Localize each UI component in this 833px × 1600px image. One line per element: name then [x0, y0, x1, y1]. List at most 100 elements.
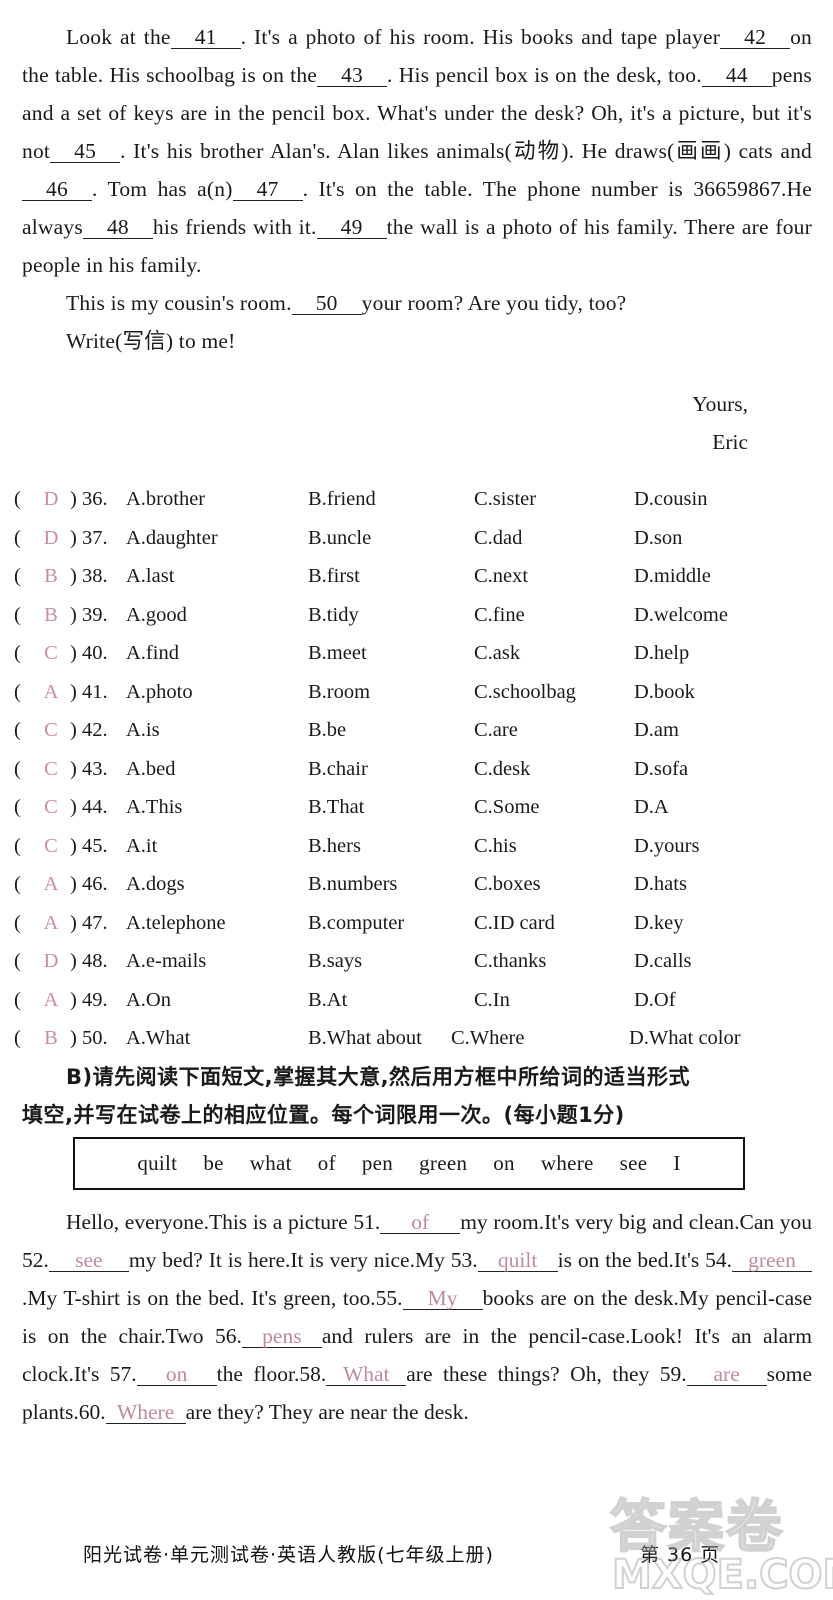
- option-a[interactable]: A.What: [126, 1019, 190, 1058]
- status-badge[interactable]: C: [38, 750, 64, 789]
- option-b[interactable]: B.That: [308, 788, 364, 827]
- option-b[interactable]: B.meet: [308, 634, 367, 673]
- option-d[interactable]: D.What color: [629, 1019, 741, 1058]
- option-d[interactable]: D.son: [634, 519, 682, 558]
- status-badge[interactable]: D: [38, 942, 64, 981]
- option-d[interactable]: D.book: [634, 673, 695, 712]
- table-row[interactable]: ( C ) 40. A.find B.meet C.ask D.help: [14, 634, 819, 673]
- option-b[interactable]: B.numbers: [308, 865, 397, 904]
- word-bank-item[interactable]: see: [620, 1151, 648, 1176]
- fill-blank-59[interactable]: are: [686, 1361, 767, 1386]
- status-badge[interactable]: C: [38, 634, 64, 673]
- option-c[interactable]: C.are: [474, 711, 518, 750]
- option-d[interactable]: D.yours: [634, 827, 699, 866]
- status-badge[interactable]: A: [38, 981, 64, 1020]
- option-b[interactable]: B.first: [308, 557, 360, 596]
- option-b[interactable]: B.hers: [308, 827, 361, 866]
- table-row[interactable]: ( B ) 50. A.What B.What about C.Where D.…: [14, 1019, 819, 1058]
- cloze-blank-45[interactable]: 45: [50, 138, 121, 163]
- option-c[interactable]: C.boxes: [474, 865, 541, 904]
- option-b[interactable]: B.What about: [308, 1019, 422, 1058]
- status-badge[interactable]: A: [38, 904, 64, 943]
- fill-blank-60[interactable]: Where: [105, 1399, 186, 1424]
- fill-blank-57[interactable]: on: [136, 1361, 217, 1386]
- table-row[interactable]: ( D ) 48. A.e-mails B.says C.thanks D.ca…: [14, 942, 819, 981]
- word-bank-item[interactable]: be: [203, 1151, 223, 1176]
- option-c[interactable]: C.Some: [474, 788, 540, 827]
- status-badge[interactable]: C: [38, 788, 64, 827]
- table-row[interactable]: ( C ) 42. A.is B.be C.are D.am: [14, 711, 819, 750]
- option-b[interactable]: B.room: [308, 673, 370, 712]
- cloze-blank-48[interactable]: 48: [82, 214, 153, 239]
- table-row[interactable]: ( B ) 38. A.last B.first C.next D.middle: [14, 557, 819, 596]
- option-c[interactable]: C.schoolbag: [474, 673, 576, 712]
- option-a[interactable]: A.it: [126, 827, 157, 866]
- status-badge[interactable]: D: [38, 519, 64, 558]
- option-c[interactable]: C.sister: [474, 480, 536, 519]
- option-d[interactable]: D.Of: [634, 981, 676, 1020]
- option-d[interactable]: D.welcome: [634, 596, 728, 635]
- option-b[interactable]: B.chair: [308, 750, 368, 789]
- option-d[interactable]: D.calls: [634, 942, 692, 981]
- status-badge[interactable]: B: [38, 596, 64, 635]
- table-row[interactable]: ( C ) 44. A.This B.That C.Some D.A: [14, 788, 819, 827]
- table-row[interactable]: ( D ) 36. A.brother B.friend C.sister D.…: [14, 480, 819, 519]
- option-a[interactable]: A.dogs: [126, 865, 185, 904]
- option-c[interactable]: C.desk: [474, 750, 530, 789]
- cloze-blank-41[interactable]: 41: [170, 24, 241, 49]
- option-a[interactable]: A.e-mails: [126, 942, 206, 981]
- option-b[interactable]: B.says: [308, 942, 362, 981]
- option-a[interactable]: A.find: [126, 634, 179, 673]
- option-d[interactable]: D.A: [634, 788, 669, 827]
- option-c[interactable]: C.fine: [474, 596, 525, 635]
- option-a[interactable]: A.photo: [126, 673, 193, 712]
- cloze-blank-43[interactable]: 43: [317, 62, 388, 87]
- word-bank-item[interactable]: quilt: [137, 1151, 177, 1176]
- fill-blank-51[interactable]: of: [380, 1209, 461, 1234]
- fill-blank-52[interactable]: see: [48, 1247, 129, 1272]
- option-b[interactable]: B.friend: [308, 480, 376, 519]
- option-b[interactable]: B.tidy: [308, 596, 359, 635]
- option-c[interactable]: C.ask: [474, 634, 520, 673]
- word-bank-item[interactable]: what: [250, 1151, 292, 1176]
- table-row[interactable]: ( B ) 39. A.good B.tidy C.fine D.welcome: [14, 596, 819, 635]
- status-badge[interactable]: C: [38, 711, 64, 750]
- option-c[interactable]: C.next: [474, 557, 528, 596]
- option-b[interactable]: B.computer: [308, 904, 404, 943]
- table-row[interactable]: ( A ) 41. A.photo B.room C.schoolbag D.b…: [14, 673, 819, 712]
- option-d[interactable]: D.key: [634, 904, 684, 943]
- cloze-blank-44[interactable]: 44: [701, 62, 772, 87]
- cloze-blank-47[interactable]: 47: [232, 176, 303, 201]
- option-b[interactable]: B.At: [308, 981, 347, 1020]
- table-row[interactable]: ( C ) 45. A.it B.hers C.his D.yours: [14, 827, 819, 866]
- status-badge[interactable]: B: [38, 557, 64, 596]
- cloze-blank-46[interactable]: 46: [22, 176, 92, 201]
- option-a[interactable]: A.daughter: [126, 519, 218, 558]
- option-d[interactable]: D.sofa: [634, 750, 688, 789]
- fill-blank-53[interactable]: quilt: [477, 1247, 558, 1272]
- option-c[interactable]: C.his: [474, 827, 517, 866]
- table-row[interactable]: ( C ) 43. A.bed B.chair C.desk D.sofa: [14, 750, 819, 789]
- status-badge[interactable]: A: [38, 673, 64, 712]
- option-d[interactable]: D.cousin: [634, 480, 707, 519]
- option-b[interactable]: B.be: [308, 711, 346, 750]
- option-a[interactable]: A.This: [126, 788, 182, 827]
- option-a[interactable]: A.is: [126, 711, 160, 750]
- word-bank-item[interactable]: green: [419, 1151, 467, 1176]
- option-a[interactable]: A.On: [126, 981, 171, 1020]
- option-c[interactable]: C.Where: [451, 1019, 524, 1058]
- fill-blank-55[interactable]: My: [402, 1285, 483, 1310]
- option-a[interactable]: A.last: [126, 557, 174, 596]
- option-b[interactable]: B.uncle: [308, 519, 371, 558]
- fill-blank-56[interactable]: pens: [241, 1323, 322, 1348]
- word-bank-item[interactable]: I: [673, 1151, 680, 1176]
- option-a[interactable]: A.bed: [126, 750, 176, 789]
- cloze-blank-42[interactable]: 42: [720, 24, 791, 49]
- option-c[interactable]: C.In: [474, 981, 510, 1020]
- option-d[interactable]: D.am: [634, 711, 679, 750]
- status-badge[interactable]: B: [38, 1019, 64, 1058]
- cloze-blank-49[interactable]: 49: [316, 214, 387, 239]
- option-c[interactable]: C.thanks: [474, 942, 546, 981]
- option-a[interactable]: A.brother: [126, 480, 205, 519]
- table-row[interactable]: ( D ) 37. A.daughter B.uncle C.dad D.son: [14, 519, 819, 558]
